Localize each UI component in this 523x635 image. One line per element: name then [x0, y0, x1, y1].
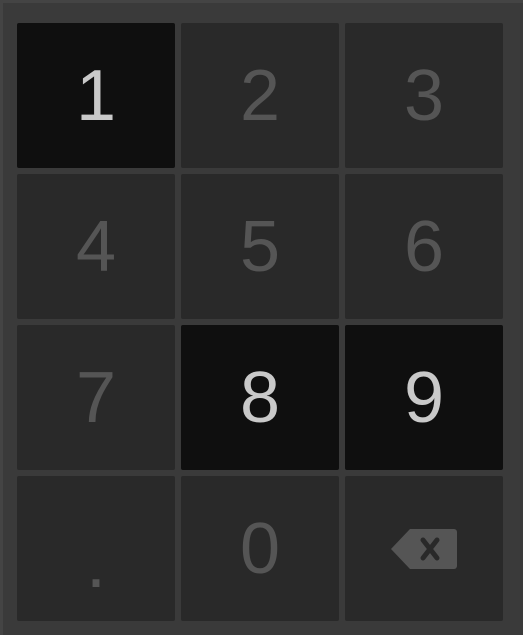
- keypad-grid: 1 2 3 4 5 6 7 8 9 . 0: [17, 23, 503, 621]
- key-7[interactable]: 7: [17, 325, 175, 470]
- key-2-label: 2: [239, 55, 281, 136]
- key-6-label: 6: [403, 206, 445, 287]
- key-3[interactable]: 3: [345, 23, 503, 168]
- key-1[interactable]: 1: [17, 23, 175, 168]
- key-9-label: 9: [403, 357, 445, 438]
- key-5[interactable]: 5: [181, 174, 339, 319]
- key-6[interactable]: 6: [345, 174, 503, 319]
- key-2[interactable]: 2: [181, 23, 339, 168]
- key-0-label: 0: [239, 508, 281, 589]
- key-9[interactable]: 9: [345, 325, 503, 470]
- key-4-label: 4: [75, 206, 117, 287]
- key-8-label: 8: [239, 357, 281, 438]
- key-3-label: 3: [403, 55, 445, 136]
- backspace-button[interactable]: [345, 476, 503, 621]
- key-7-label: 7: [75, 357, 117, 438]
- key-8[interactable]: 8: [181, 325, 339, 470]
- key-1-label: 1: [75, 55, 117, 136]
- key-4[interactable]: 4: [17, 174, 175, 319]
- key-decimal-label: .: [85, 522, 106, 603]
- backspace-icon: [390, 527, 458, 571]
- key-decimal[interactable]: .: [17, 476, 175, 621]
- numeric-keypad: 1 2 3 4 5 6 7 8 9 . 0: [0, 0, 523, 635]
- key-0[interactable]: 0: [181, 476, 339, 621]
- key-5-label: 5: [239, 206, 281, 287]
